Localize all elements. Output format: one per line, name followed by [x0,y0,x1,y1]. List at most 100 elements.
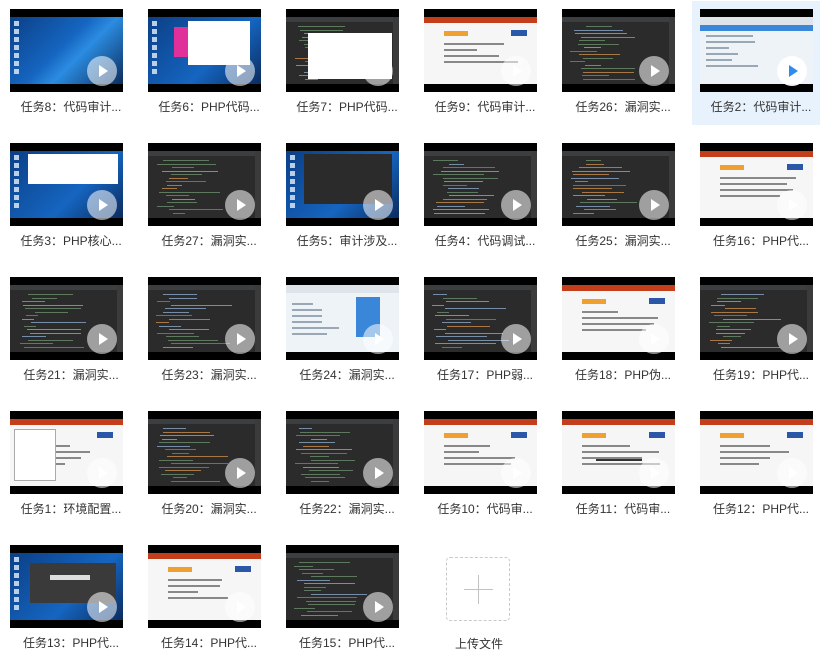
video-thumbnail[interactable] [286,545,399,628]
video-file-tile[interactable]: 任务11：代码审... [554,403,692,527]
file-name-label[interactable]: 任务17：PHP弱... [422,366,548,383]
play-icon[interactable] [777,190,807,220]
play-icon[interactable] [225,458,255,488]
file-name-label[interactable]: 任务16：PHP代... [698,232,820,249]
play-icon[interactable] [501,190,531,220]
video-file-tile[interactable]: 任务10：代码审... [416,403,554,527]
play-icon[interactable] [363,324,393,354]
file-name-label[interactable]: 任务23：漏洞实... [146,366,272,383]
play-icon[interactable] [639,190,669,220]
video-file-tile[interactable]: 任务16：PHP代... [692,135,820,259]
video-thumbnail[interactable] [286,411,399,494]
video-file-tile[interactable]: 任务12：PHP代... [692,403,820,527]
play-icon[interactable] [777,56,807,86]
file-name-label[interactable]: 任务24：漏洞实... [284,366,410,383]
video-file-tile[interactable]: 任务5：审计涉及... [278,135,416,259]
play-icon[interactable] [225,190,255,220]
video-thumbnail[interactable] [286,9,399,92]
video-file-tile[interactable]: 任务3：PHP核心... [2,135,140,259]
play-icon[interactable] [225,324,255,354]
file-name-label[interactable]: 任务5：审计涉及... [284,232,410,249]
file-name-label[interactable]: 任务3：PHP核心... [8,232,134,249]
file-name-label[interactable]: 任务22：漏洞实... [284,500,410,517]
file-name-label[interactable]: 任务6：PHP代码... [146,98,272,115]
video-thumbnail[interactable] [700,411,813,494]
video-file-tile[interactable]: 任务18：PHP伪... [554,269,692,393]
upload-file-button[interactable] [446,557,510,621]
file-name-label[interactable]: 任务13：PHP代... [8,634,134,651]
video-thumbnail[interactable] [10,143,123,226]
video-file-tile[interactable]: 任务24：漏洞实... [278,269,416,393]
file-name-label[interactable]: 任务9：代码审计... [422,98,548,115]
video-thumbnail[interactable] [148,9,261,92]
file-name-label[interactable]: 任务11：代码审... [560,500,686,517]
video-file-tile[interactable]: 任务14：PHP代... [140,537,278,661]
file-name-label[interactable]: 任务26：漏洞实... [560,98,686,115]
video-thumbnail[interactable] [700,277,813,360]
file-name-label[interactable]: 任务15：PHP代... [284,634,410,651]
video-file-tile[interactable]: 任务9：代码审计... [416,1,554,125]
video-thumbnail[interactable] [562,9,675,92]
video-file-tile[interactable]: 任务17：PHP弱... [416,269,554,393]
play-icon[interactable] [501,324,531,354]
video-file-tile[interactable]: 任务23：漏洞实... [140,269,278,393]
video-thumbnail[interactable] [10,545,123,628]
file-name-label[interactable]: 任务12：PHP代... [698,500,820,517]
video-file-tile[interactable]: 任务8：代码审计... [2,1,140,125]
video-thumbnail[interactable] [10,9,123,92]
file-name-label[interactable]: 任务1：环境配置... [8,500,134,517]
upload-file-label[interactable]: 上传文件 [438,635,520,652]
video-file-tile[interactable]: 任务1：环境配置... [2,403,140,527]
video-thumbnail[interactable] [10,411,123,494]
video-thumbnail[interactable] [148,143,261,226]
play-icon[interactable] [363,592,393,622]
play-icon[interactable] [87,190,117,220]
play-icon[interactable] [87,592,117,622]
play-icon[interactable] [87,324,117,354]
video-thumbnail[interactable] [562,143,675,226]
file-name-label[interactable]: 任务19：PHP代... [698,366,820,383]
file-name-label[interactable]: 任务2：代码审计... [698,98,820,115]
video-file-tile[interactable]: 任务13：PHP代... [2,537,140,661]
file-name-label[interactable]: 任务20：漏洞实... [146,500,272,517]
play-icon[interactable] [639,458,669,488]
video-thumbnail[interactable] [424,277,537,360]
video-file-tile[interactable]: 任务27：漏洞实... [140,135,278,259]
video-thumbnail[interactable] [424,9,537,92]
file-name-label[interactable]: 任务7：PHP代码... [284,98,410,115]
play-icon[interactable] [777,458,807,488]
video-file-tile[interactable]: 任务26：漏洞实... [554,1,692,125]
video-thumbnail[interactable] [424,143,537,226]
play-icon[interactable] [363,190,393,220]
video-thumbnail[interactable] [148,545,261,628]
video-file-tile[interactable]: 任务7：PHP代码... [278,1,416,125]
video-thumbnail[interactable] [562,277,675,360]
video-thumbnail[interactable] [562,411,675,494]
file-name-label[interactable]: 任务25：漏洞实... [560,232,686,249]
video-thumbnail[interactable] [700,9,813,92]
file-name-label[interactable]: 任务21：漏洞实... [8,366,134,383]
file-name-label[interactable]: 任务27：漏洞实... [146,232,272,249]
play-icon[interactable] [501,458,531,488]
play-icon[interactable] [363,56,393,86]
file-name-label[interactable]: 任务14：PHP代... [146,634,272,651]
file-name-label[interactable]: 任务10：代码审... [422,500,548,517]
play-icon[interactable] [87,458,117,488]
video-thumbnail[interactable] [148,411,261,494]
file-name-label[interactable]: 任务8：代码审计... [8,98,134,115]
video-file-tile[interactable]: 任务4：代码调试... [416,135,554,259]
video-file-tile[interactable]: 任务19：PHP代... [692,269,820,393]
video-thumbnail[interactable] [10,277,123,360]
play-icon[interactable] [639,324,669,354]
video-file-tile[interactable]: 任务22：漏洞实... [278,403,416,527]
play-icon[interactable] [501,56,531,86]
play-icon[interactable] [87,56,117,86]
file-name-label[interactable]: 任务18：PHP伪... [560,366,686,383]
video-thumbnail[interactable] [700,143,813,226]
video-file-tile[interactable]: 任务25：漏洞实... [554,135,692,259]
video-thumbnail[interactable] [148,277,261,360]
video-file-tile[interactable]: 任务15：PHP代... [278,537,416,661]
video-thumbnail[interactable] [424,411,537,494]
video-file-tile[interactable]: 任务20：漏洞实... [140,403,278,527]
video-file-tile[interactable]: 任务21：漏洞实... [2,269,140,393]
